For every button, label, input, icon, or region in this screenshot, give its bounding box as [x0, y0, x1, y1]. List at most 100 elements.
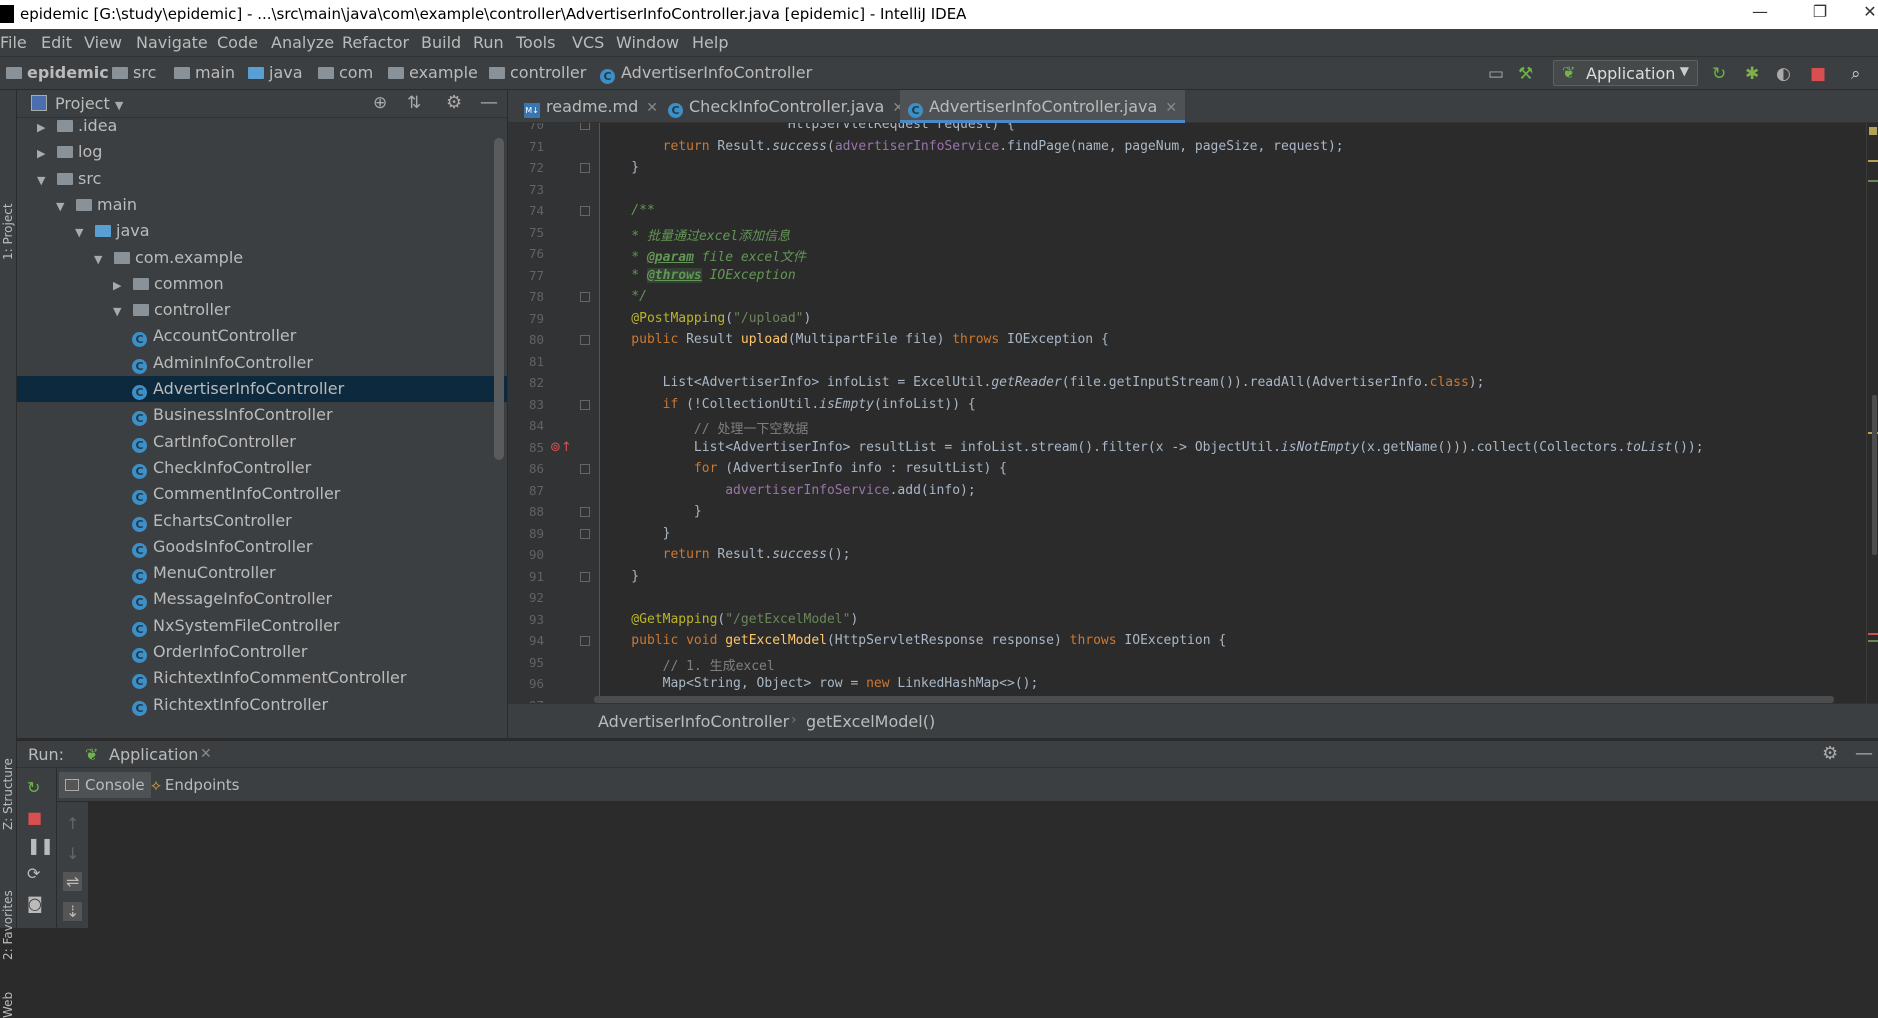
stop-icon[interactable]: ■ [1810, 64, 1826, 84]
fold-marker-icon[interactable] [580, 464, 590, 474]
chevron-right-icon[interactable]: ▶ [37, 141, 51, 167]
gear-icon[interactable]: ⚙ [1822, 743, 1838, 764]
menu-tools[interactable]: Tools [516, 33, 555, 52]
debug-icon[interactable]: ✱ [1745, 64, 1759, 84]
search-icon[interactable]: ⌕ [1851, 64, 1861, 84]
tree-class-item[interactable]: C AdminInfoController [17, 350, 313, 376]
fold-marker-icon[interactable] [580, 636, 590, 646]
breadcrumb-java[interactable]: java [248, 63, 303, 82]
build-hammer-icon[interactable]: ⚒ [1518, 64, 1533, 84]
analysis-status-icon[interactable] [1869, 127, 1877, 135]
menu-analyze[interactable]: Analyze [271, 33, 334, 52]
menu-help[interactable]: Help [692, 33, 728, 52]
implementation-gutter-icon[interactable]: ⊚↑ [550, 440, 572, 455]
breadcrumb-class[interactable]: C AdvertiserInfoController [600, 63, 812, 84]
gear-icon[interactable]: ⚙ [446, 92, 462, 113]
project-tool-window-button[interactable]: 1: Project [1, 203, 15, 260]
breadcrumb-main[interactable]: main [174, 63, 235, 82]
fold-marker-icon[interactable] [580, 206, 590, 216]
tree-folder-item[interactable]: ▼ src [17, 166, 101, 192]
down-arrow-icon[interactable]: ↓ [66, 844, 79, 863]
menu-refactor[interactable]: Refactor [342, 33, 409, 52]
tree-class-item[interactable]: C AdvertiserInfoController [17, 376, 507, 402]
line-number-gutter[interactable]: 70 71 72 73 74 75 76 77 78 79 80 81 82 83 84 85 ⊚↑ 86 87 88… [508, 123, 600, 703]
tab-check-info-controller[interactable]: C CheckInfoController.java ✕ [660, 90, 912, 123]
editor-vertical-scrollbar[interactable] [1872, 395, 1877, 555]
warning-marker[interactable] [1868, 160, 1878, 162]
project-view-selector[interactable]: Project ▼ [55, 94, 123, 113]
chevron-down-icon[interactable]: ▼ [37, 168, 51, 194]
breadcrumb-project[interactable]: epidemic [6, 63, 109, 82]
change-marker[interactable] [1868, 180, 1878, 182]
breadcrumb-example[interactable]: example [388, 63, 478, 82]
editor-breadcrumb-class[interactable]: AdvertiserInfoController [598, 712, 789, 731]
code-editor[interactable]: HttpServletRequest request) { return Res… [600, 123, 1866, 703]
breadcrumb-controller[interactable]: controller [489, 63, 586, 82]
breadcrumb-src[interactable]: src [112, 63, 156, 82]
tree-class-item[interactable]: C RichtextInfoController [17, 692, 328, 718]
chevron-down-icon[interactable]: ▼ [56, 194, 70, 220]
menu-build[interactable]: Build [421, 33, 461, 52]
chevron-right-icon[interactable]: ▶ [113, 273, 127, 299]
structure-tool-window-button[interactable]: Z: Structure [1, 758, 15, 830]
fold-marker-icon[interactable] [580, 528, 590, 539]
tree-class-item[interactable]: C NxSystemFileController [17, 613, 340, 639]
close-tab-icon[interactable]: ✕ [646, 100, 658, 116]
menu-view[interactable]: View [84, 33, 122, 52]
tree-class-item[interactable]: C RichtextInfoCommentController [17, 665, 406, 691]
tab-console[interactable]: Console [59, 772, 151, 798]
tree-class-item[interactable]: C MessageInfoController [17, 586, 332, 612]
layout-icon[interactable]: ▭ [1488, 64, 1504, 84]
fold-marker-icon[interactable] [580, 507, 590, 517]
chevron-down-icon[interactable]: ▼ [113, 299, 127, 325]
run-configuration-select[interactable]: ❦ Application ▼ [1553, 60, 1698, 86]
tree-class-item[interactable]: C CheckInfoController [17, 455, 311, 481]
rerun-icon[interactable]: ↻ [27, 778, 40, 797]
menu-file[interactable]: File [0, 33, 27, 52]
tab-advertiser-info-controller[interactable]: C AdvertiserInfoController.java ✕ [900, 90, 1186, 123]
restore-icon[interactable]: ⟳ [27, 864, 40, 883]
tree-class-item[interactable]: C OrderInfoController [17, 639, 307, 665]
hide-panel-icon[interactable]: — [1855, 743, 1873, 764]
up-arrow-icon[interactable]: ↑ [66, 814, 79, 833]
chevron-down-icon[interactable]: ▼ [94, 247, 108, 273]
menu-edit[interactable]: Edit [41, 33, 72, 52]
tree-class-item[interactable]: C CartInfoController [17, 429, 296, 455]
run-tab-application[interactable]: Application [109, 745, 198, 764]
tab-readme[interactable]: M↓ readme.md ✕ [516, 90, 666, 123]
tree-class-item[interactable]: C BusinessInfoController [17, 402, 333, 428]
fold-marker-icon[interactable] [580, 399, 590, 410]
coverage-icon[interactable]: ◐ [1776, 64, 1791, 84]
console-output[interactable] [89, 802, 1878, 928]
tree-class-item[interactable]: C CommentInfoController [17, 481, 340, 507]
restore-button[interactable]: ❐ [1800, 2, 1840, 26]
tree-class-item[interactable]: C MenuController [17, 560, 276, 586]
fold-marker-icon[interactable] [580, 571, 590, 582]
tree-folder-item[interactable]: ▼ com.example [17, 245, 243, 271]
fold-marker-icon[interactable] [580, 292, 590, 302]
editor-breadcrumb-method[interactable]: getExcelModel() [806, 712, 935, 731]
favorites-tool-window-button[interactable]: 2: Favorites [1, 890, 15, 960]
fold-marker-icon[interactable] [580, 335, 590, 345]
rerun-icon[interactable]: ↻ [1712, 64, 1726, 84]
chevron-down-icon[interactable]: ▼ [75, 220, 89, 246]
locate-target-icon[interactable]: ⊕ [373, 93, 387, 113]
fold-marker-icon[interactable] [580, 123, 590, 130]
breadcrumb-com[interactable]: com [318, 63, 373, 82]
tree-folder-item[interactable]: ▼ main [17, 192, 137, 218]
menu-code[interactable]: Code [217, 33, 258, 52]
menu-vcs[interactable]: VCS [572, 33, 604, 52]
pause-icon[interactable]: ❚❚ [27, 836, 54, 855]
project-tree-scrollbar[interactable] [494, 138, 504, 460]
menu-navigate[interactable]: Navigate [136, 33, 208, 52]
tab-endpoints[interactable]: ⟡ Endpoints [145, 772, 246, 798]
menu-run[interactable]: Run [473, 33, 504, 52]
close-window-button[interactable]: ✕ [1850, 2, 1878, 26]
tree-folder-item[interactable]: ▶ .idea [17, 118, 117, 139]
tree-class-item[interactable]: C AccountController [17, 323, 296, 349]
editor-horizontal-scrollbar[interactable] [594, 696, 1834, 703]
tree-folder-item[interactable]: ▼ controller [17, 297, 230, 323]
error-marker[interactable] [1868, 633, 1878, 635]
change-marker[interactable] [1868, 640, 1878, 642]
soft-wrap-icon[interactable]: ⇌ [63, 872, 83, 891]
